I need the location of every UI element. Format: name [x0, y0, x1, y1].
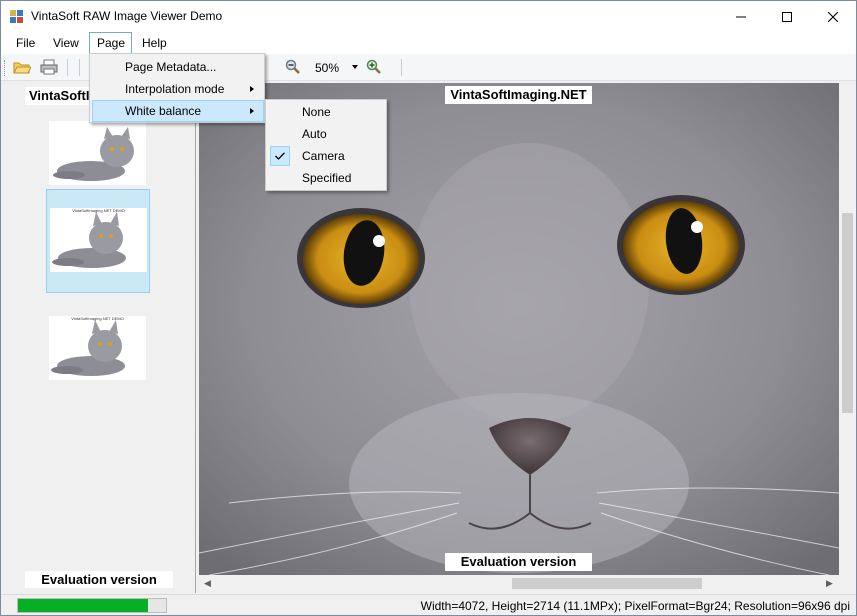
thumbnail-watermark: Evaluation version	[25, 571, 173, 588]
thumbnail-panel[interactable]: VintaSoftImaging.NET VintaSoftImaging.NE…	[1, 83, 196, 593]
menu-item-page-metadata[interactable]: Page Metadata...	[92, 56, 262, 78]
menu-item-white-balance[interactable]: White balance	[92, 100, 264, 122]
window-title: VintaSoft RAW Image Viewer Demo	[31, 9, 223, 23]
close-button[interactable]	[810, 1, 856, 32]
menu-help[interactable]: Help	[135, 32, 174, 54]
menu-item-wb-camera[interactable]: Camera	[268, 145, 384, 167]
thumbnail-image	[49, 121, 146, 185]
thumbnail-item[interactable]: VintaSoftImaging.NET DEMO	[46, 295, 150, 399]
progress-fill	[18, 599, 149, 612]
thumbnail-image: VintaSoftImaging.NET DEMO	[50, 208, 147, 272]
page-menu: Page Metadata... Interpolation mode Whit…	[89, 53, 265, 123]
toolbar-separator	[79, 59, 80, 76]
white-balance-menu: None Auto Camera Specified	[265, 99, 387, 191]
vertical-scroll-thumb[interactable]	[842, 213, 853, 413]
submenu-arrow-icon	[250, 86, 254, 92]
minimize-icon	[736, 16, 746, 17]
progress-bar	[17, 598, 167, 613]
thumbnail-caption: VintaSoftImaging.NET DEMO	[71, 316, 124, 321]
maximize-button[interactable]	[764, 1, 810, 32]
menu-item-wb-none[interactable]: None	[268, 101, 384, 123]
thumbnail-caption: VintaSoftImaging.NET DEMO	[72, 208, 125, 213]
menu-view[interactable]: View	[46, 32, 86, 54]
viewer-watermark-top: VintaSoftImaging.NET	[445, 86, 592, 104]
scroll-left-icon[interactable]: ◀	[204, 578, 211, 589]
maximize-icon	[782, 11, 792, 22]
zoom-in-icon[interactable]	[364, 58, 384, 76]
menu-bar: File View Page Help	[1, 32, 856, 54]
zoom-level[interactable]: 50%	[315, 61, 339, 75]
menu-item-wb-auto[interactable]: Auto	[268, 123, 384, 145]
viewer-watermark-bottom: Evaluation version	[445, 553, 592, 571]
menu-page[interactable]: Page	[89, 32, 132, 54]
menu-item-wb-specified[interactable]: Specified	[268, 167, 384, 189]
checkmark-icon	[270, 146, 290, 166]
horizontal-scroll-thumb[interactable]	[512, 578, 702, 589]
thumbnail-item-selected[interactable]: VintaSoftImaging.NET DEMO	[46, 189, 150, 293]
menu-file[interactable]: File	[9, 32, 42, 54]
close-icon	[828, 11, 838, 22]
image-info: Width=4072, Height=2714 (11.1MPx); Pixel…	[420, 599, 850, 613]
scroll-right-icon[interactable]: ▶	[826, 578, 833, 589]
toolbar-separator	[67, 59, 68, 76]
submenu-arrow-icon	[250, 108, 254, 114]
toolbar-separator	[401, 59, 402, 76]
menu-item-interpolation-mode[interactable]: Interpolation mode	[92, 78, 262, 100]
thumbnail-image: VintaSoftImaging.NET DEMO	[49, 316, 146, 380]
horizontal-scrollbar[interactable]: ◀ ▶	[199, 575, 839, 592]
toolbar-grip[interactable]	[4, 60, 7, 76]
zoom-dropdown-icon[interactable]	[352, 65, 358, 69]
vertical-scrollbar[interactable]	[839, 83, 856, 575]
title-bar: VintaSoft RAW Image Viewer Demo	[1, 1, 856, 32]
zoom-out-icon[interactable]	[283, 58, 303, 76]
print-icon[interactable]	[39, 58, 59, 76]
app-icon	[10, 10, 23, 23]
status-bar: Width=4072, Height=2714 (11.1MPx); Pixel…	[1, 594, 856, 615]
minimize-button[interactable]	[718, 1, 764, 32]
app-window: VintaSoft RAW Image Viewer Demo File Vie…	[0, 0, 857, 616]
open-folder-icon[interactable]	[12, 58, 32, 76]
